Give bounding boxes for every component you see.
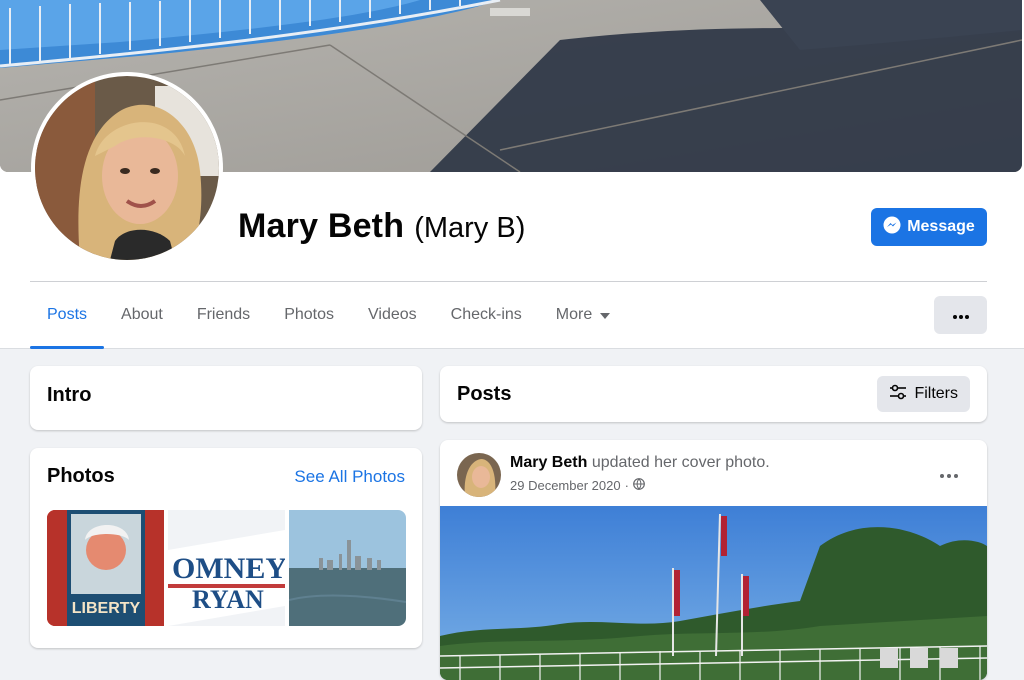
intro-title: Intro [47, 384, 92, 406]
tab-check-ins[interactable]: Check-ins [434, 282, 539, 348]
tab-more[interactable]: More [539, 282, 627, 348]
post-header-line: Mary Beth updated her cover photo. [510, 454, 770, 472]
tab-label: More [555, 306, 593, 323]
meta-separator: · [624, 478, 629, 493]
tab-posts[interactable]: Posts [30, 282, 105, 349]
filters-button[interactable]: Filters [877, 376, 970, 412]
posts-title: Posts [457, 382, 512, 405]
post-card: Mary Beth updated her cover photo. 29 De… [440, 440, 987, 680]
tab-label: Photos [284, 306, 334, 323]
tab-label: Check-ins [450, 306, 522, 323]
profile-name: Mary Beth [238, 207, 405, 245]
post-meta: 29 December 2020 · [510, 478, 645, 493]
filters-icon [889, 384, 907, 405]
tab-label: Posts [47, 306, 88, 323]
tab-friends[interactable]: Friends [180, 282, 267, 348]
post-options-button[interactable] [934, 459, 964, 489]
post-author-name[interactable]: Mary Beth [510, 454, 587, 471]
caret-down-icon [600, 306, 611, 324]
photos-grid: LIBERTY OMNEY RYAN [47, 510, 406, 626]
svg-text:OMNEY: OMNEY [172, 552, 285, 585]
post-cover-photo[interactable] [440, 506, 987, 680]
ellipsis-icon [940, 465, 958, 483]
posts-header-card: Posts Filters [440, 366, 987, 422]
ellipsis-icon [952, 306, 969, 324]
tab-label: Friends [196, 306, 251, 323]
intro-card: Intro [30, 366, 422, 430]
filters-label: Filters [914, 385, 958, 402]
profile-picture[interactable] [31, 72, 223, 264]
see-all-photos-link[interactable]: See All Photos [294, 467, 405, 487]
photo-thumbnail[interactable] [289, 510, 406, 626]
tab-photos[interactable]: Photos [267, 282, 351, 348]
globe-icon [633, 478, 645, 493]
profile-more-options-button[interactable] [934, 296, 987, 334]
profile-alternate-name: (Mary B) [414, 212, 526, 244]
tab-label: Videos [368, 306, 417, 323]
profile-name-row: Mary Beth (Mary B) [238, 207, 525, 246]
photo-thumbnail[interactable]: LIBERTY [47, 510, 164, 626]
photos-title: Photos [47, 465, 115, 487]
svg-text:LIBERTY: LIBERTY [72, 600, 141, 617]
profile-tabs: Posts About Friends Photos Videos Check-… [30, 282, 627, 349]
svg-text:RYAN: RYAN [192, 585, 264, 614]
post-action-text: updated her cover photo. [591, 454, 770, 471]
photo-thumbnail[interactable]: OMNEY RYAN [168, 510, 285, 626]
tab-label: About [121, 306, 163, 323]
post-date[interactable]: 29 December 2020 [510, 478, 621, 493]
tab-videos[interactable]: Videos [351, 282, 434, 348]
message-button[interactable]: Message [871, 208, 987, 246]
message-button-label: Message [907, 218, 975, 235]
messenger-icon [883, 216, 901, 239]
photos-card: Photos See All Photos LIBERTY OMNEY RYAN [30, 448, 422, 648]
post-author-avatar[interactable] [457, 453, 501, 497]
tab-about[interactable]: About [104, 282, 180, 348]
